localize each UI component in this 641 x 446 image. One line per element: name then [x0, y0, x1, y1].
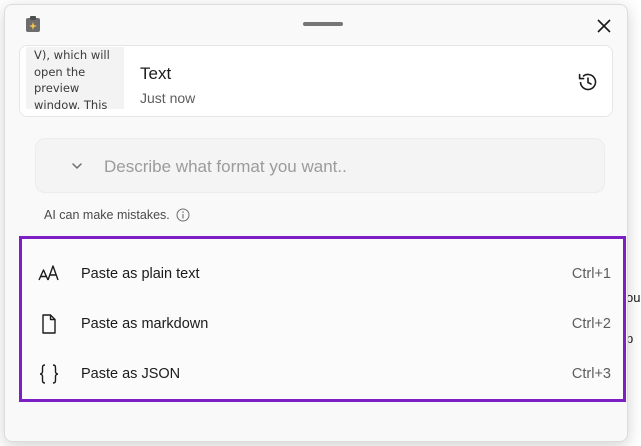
paste-option-label: Paste as plain text — [81, 266, 200, 282]
paste-option-plain-text[interactable]: Paste as plain text Ctrl+1 — [22, 249, 623, 299]
close-icon — [597, 19, 611, 33]
paste-option-shortcut: Ctrl+2 — [571, 316, 611, 332]
info-icon[interactable] — [176, 208, 190, 222]
history-icon — [578, 73, 597, 91]
paste-option-markdown[interactable]: Paste as markdown Ctrl+2 — [22, 299, 623, 349]
paste-option-label: Paste as markdown — [81, 316, 209, 332]
paste-option-shortcut: Ctrl+3 — [571, 366, 611, 382]
clipboard-item-time: Just now — [140, 90, 196, 106]
document-icon — [38, 313, 60, 335]
paste-options-list: Paste as plain text Ctrl+1 Paste as mark… — [19, 236, 626, 402]
clipboard-preview-thumbnail: V), which will open the preview window. … — [26, 47, 124, 109]
background-text-fragment: ou — [626, 290, 641, 305]
paste-option-json[interactable]: Paste as JSON Ctrl+3 — [22, 349, 623, 399]
advanced-paste-window: V), which will open the preview window. … — [4, 4, 628, 442]
paste-option-shortcut: Ctrl+1 — [571, 266, 611, 282]
ai-disclaimer-text: AI can make mistakes. — [44, 208, 170, 222]
paste-option-label: Paste as JSON — [81, 366, 181, 382]
clipboard-item-type: Text — [140, 64, 172, 83]
advanced-paste-icon — [25, 15, 41, 33]
font-size-icon — [38, 263, 60, 285]
clipboard-item-card[interactable]: V), which will open the preview window. … — [19, 45, 613, 117]
clipboard-history-button[interactable] — [575, 69, 601, 95]
close-button[interactable] — [591, 13, 617, 39]
format-description-input[interactable] — [102, 151, 586, 183]
braces-icon — [38, 363, 60, 385]
drag-handle[interactable] — [303, 22, 343, 26]
chevron-down-icon[interactable] — [70, 159, 84, 173]
ai-disclaimer: AI can make mistakes. — [44, 208, 190, 222]
custom-format-prompt[interactable] — [35, 138, 605, 193]
